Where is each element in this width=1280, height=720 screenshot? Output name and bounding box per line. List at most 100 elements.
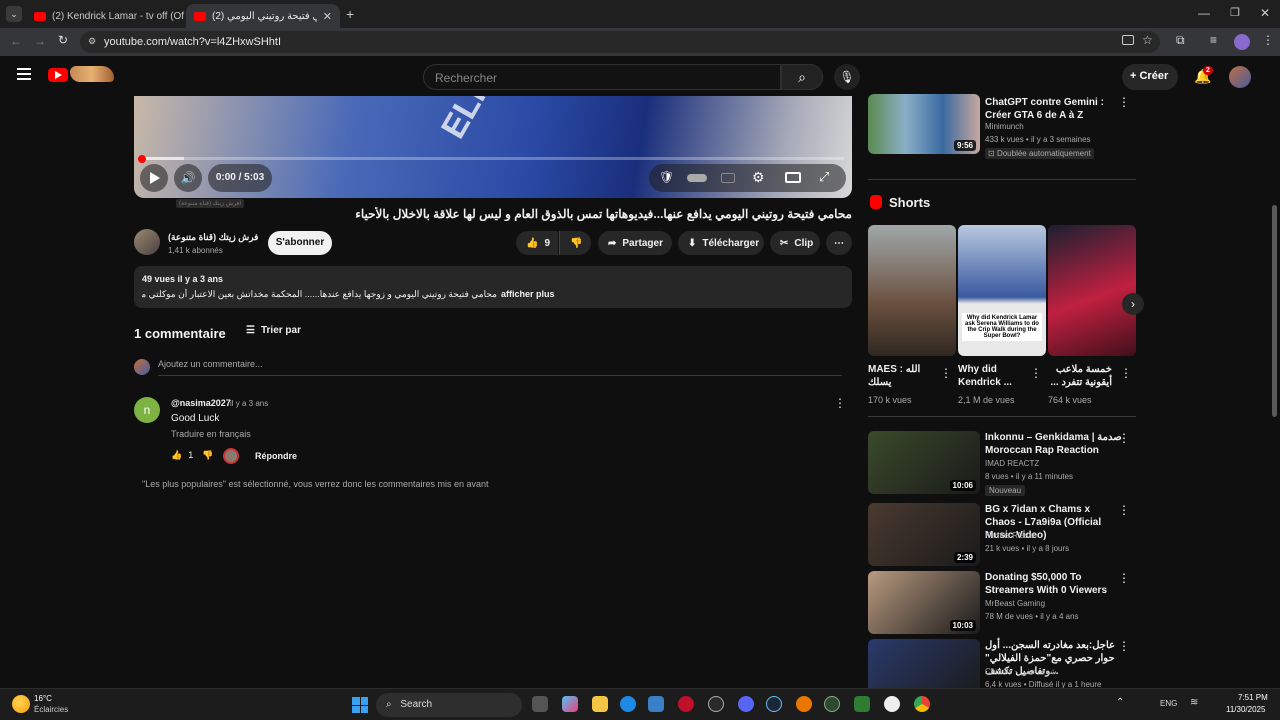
theater-mode-icon[interactable] — [785, 172, 801, 183]
video-menu-icon[interactable]: ⋮ — [1118, 639, 1130, 653]
commenter-avatar[interactable]: n — [134, 397, 160, 423]
tray-wifi-icon[interactable]: ≋ — [1190, 697, 1198, 708]
create-button[interactable]: + Créer — [1122, 64, 1178, 90]
forward-icon[interactable]: → — [34, 34, 46, 48]
comment-dislike-icon[interactable]: 👎 — [202, 450, 213, 461]
video-thumbnail[interactable]: 2:39 — [868, 503, 980, 566]
app-icon-unity[interactable] — [708, 696, 724, 712]
comment-time[interactable]: il y a 3 ans — [230, 399, 268, 408]
video-menu-icon[interactable]: ⋮ — [1118, 571, 1130, 585]
account-avatar[interactable] — [1229, 66, 1251, 88]
url-field[interactable]: ⚙ youtube.com/watch?v=l4ZHxwSHhtI — [80, 31, 1160, 53]
copilot-icon[interactable] — [562, 696, 578, 712]
short-title[interactable]: Why did Kendrick ... — [958, 363, 1022, 389]
search-input[interactable]: Rechercher — [423, 64, 781, 90]
extensions-icon[interactable]: ⧉ — [1176, 33, 1185, 48]
app-icon-terminal[interactable] — [854, 696, 870, 712]
short-title[interactable]: خمسة ملاعب أيقونية تتفرد ... — [1048, 363, 1112, 389]
video-thumbnail[interactable]: 9:56 — [868, 94, 980, 154]
short-thumbnail[interactable]: Why did Kendrick Lamar ask Serena Willia… — [958, 225, 1046, 356]
media-icon[interactable]: ≡ — [1210, 33, 1217, 47]
video-menu-icon[interactable]: ⋮ — [1118, 95, 1130, 109]
video-title[interactable]: ChatGPT contre Gemini : Créer GTA 6 de A… — [985, 96, 1125, 122]
tray-chevron-icon[interactable]: ⌃ — [1116, 697, 1124, 708]
add-comment-input[interactable]: Ajoutez un commentaire... — [158, 359, 842, 376]
youtube-logo[interactable] — [48, 68, 68, 82]
app-icon-github[interactable] — [884, 696, 900, 712]
video-channel[interactable]: Minimunch — [985, 122, 1024, 131]
microphone-button[interactable]: 🎙 — [834, 64, 860, 90]
comment-menu-icon[interactable]: ⋮ — [834, 396, 846, 410]
short-menu-icon[interactable]: ⋮ — [1030, 366, 1042, 380]
video-menu-icon[interactable]: ⋮ — [1118, 503, 1130, 517]
edge-icon[interactable] — [620, 696, 636, 712]
close-window-button[interactable]: ✕ — [1260, 6, 1270, 20]
autoplay-toggle[interactable] — [687, 174, 707, 182]
play-button[interactable] — [140, 164, 168, 192]
subtitles-icon[interactable] — [721, 173, 735, 183]
download-button[interactable]: ⬇ Télécharger — [678, 231, 764, 255]
back-icon[interactable]: ← — [10, 34, 22, 48]
steam-icon[interactable] — [766, 696, 782, 712]
video-channel[interactable]: MrBeast Gaming — [985, 599, 1045, 608]
app-icon-red[interactable] — [678, 696, 694, 712]
progress-bar[interactable] — [142, 157, 844, 160]
profile-avatar[interactable] — [1234, 34, 1250, 50]
channel-avatar[interactable] — [134, 229, 160, 255]
shorts-next-button[interactable]: › — [1122, 293, 1144, 315]
sort-button[interactable]: ☰ Trier par — [246, 325, 301, 336]
search-button[interactable]: ⌕ — [781, 64, 823, 90]
chrome-menu-icon[interactable]: ⋮ — [1262, 33, 1274, 47]
video-thumbnail[interactable]: 10:06 — [868, 431, 980, 494]
short-menu-icon[interactable]: ⋮ — [940, 366, 952, 380]
clip-button[interactable]: ✂ Clip — [770, 231, 820, 255]
volume-icon[interactable]: 🔊 — [174, 164, 202, 192]
dislike-button[interactable]: 👎 — [559, 231, 591, 255]
file-explorer-icon[interactable] — [592, 696, 608, 712]
video-thumbnail[interactable]: 10:03 — [868, 571, 980, 634]
subscribe-button[interactable]: S'abonner — [268, 231, 332, 255]
store-icon[interactable] — [648, 696, 664, 712]
short-thumbnail[interactable] — [868, 225, 956, 356]
clock-time[interactable]: 7:51 PM — [1238, 693, 1268, 702]
chrome-icon[interactable] — [914, 696, 930, 712]
browser-tab-1[interactable]: (2) Kendrick Lamar - tv off (Offi ✕ — [26, 4, 184, 28]
settings-gear-icon[interactable]: ⚙ — [752, 169, 765, 186]
bookmark-star-icon[interactable]: ☆ — [1142, 33, 1153, 47]
doodle-logo[interactable] — [70, 66, 114, 82]
discord-icon[interactable] — [738, 696, 754, 712]
video-player[interactable]: ELHada 🔊 0:00 / 5:03 🛡 ⚙ ⤢ — [134, 96, 852, 198]
clock-date[interactable]: 11/30/2025 — [1226, 705, 1265, 714]
comment-author[interactable]: @nasima2027 — [171, 398, 231, 408]
tab-list-icon[interactable]: ⌄ — [6, 6, 22, 22]
share-button[interactable]: ➦ Partager — [598, 231, 672, 255]
video-channel[interactable]: IMAD REACTZ — [985, 459, 1039, 468]
video-channel[interactable]: Chouftv - شوف تيفي — [985, 667, 1056, 676]
language-indicator[interactable]: ENG — [1160, 699, 1177, 708]
reply-button[interactable]: Répondre — [255, 451, 297, 461]
video-menu-icon[interactable]: ⋮ — [1118, 431, 1130, 445]
menu-icon[interactable] — [17, 68, 31, 80]
reload-icon[interactable]: ↻ — [58, 33, 68, 47]
show-more-link[interactable]: afficher plus — [501, 289, 555, 300]
site-info-icon[interactable]: ⚙ — [88, 36, 96, 47]
minimize-button[interactable]: — — [1198, 6, 1210, 20]
blender-icon[interactable] — [796, 696, 812, 712]
translate-link[interactable]: Traduire en français — [171, 429, 251, 439]
like-button[interactable]: 👍 9 — [516, 231, 558, 255]
cast-icon[interactable] — [1122, 35, 1134, 45]
start-button[interactable] — [352, 697, 368, 713]
comment-like-button[interactable]: 👍 1 — [171, 450, 193, 461]
short-title[interactable]: MAES : الله يسلك — [868, 363, 932, 389]
description-box[interactable]: 49 vues il y a 3 ans محامي فتيحة روتيني … — [134, 266, 852, 308]
short-menu-icon[interactable]: ⋮ — [1120, 366, 1132, 380]
taskview-icon[interactable] — [532, 696, 548, 712]
channel-name[interactable]: افرش زيتك (قناة متنوعة) — [168, 232, 258, 243]
close-icon[interactable]: ✕ — [323, 10, 332, 23]
maximize-button[interactable]: ❐ — [1230, 6, 1240, 19]
app-icon-green[interactable] — [824, 696, 840, 712]
fullscreen-icon[interactable]: ⤢ — [819, 169, 829, 185]
short-thumbnail[interactable] — [1048, 225, 1136, 356]
video-title[interactable]: Inkonnu – Genkidama | صدمة Moroccan Rap … — [985, 431, 1123, 457]
shield-icon[interactable]: 🛡 — [659, 170, 674, 184]
